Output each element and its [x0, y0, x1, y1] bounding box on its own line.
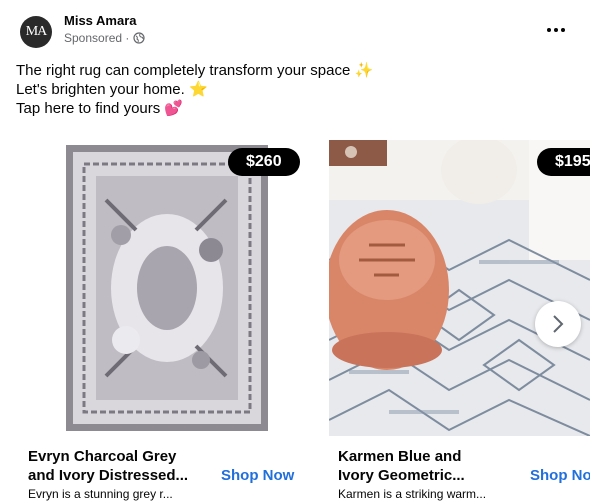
more-options-icon: [554, 28, 558, 32]
product-carousel: $260 Evryn Charcoal Grey and Ivory Distr…: [0, 140, 590, 502]
product-title[interactable]: Karmen Blue and Ivory Geometric...: [338, 447, 488, 485]
product-title-line: Ivory Geometric...: [338, 467, 465, 484]
chevron-right-icon: [551, 314, 565, 334]
caption-line: The right rug can completely transform y…: [16, 62, 374, 79]
post-header: MA Miss Amara Sponsored ·: [0, 0, 590, 60]
product-image[interactable]: [16, 140, 312, 436]
globe-icon: [133, 32, 145, 44]
shop-now-button[interactable]: Shop Now: [221, 467, 294, 484]
price-badge: $260: [228, 148, 300, 176]
product-image[interactable]: [329, 140, 590, 436]
carousel-next-button[interactable]: [535, 301, 581, 347]
product-title[interactable]: Evryn Charcoal Grey and Ivory Distressed…: [28, 447, 204, 485]
product-title-line: Karmen Blue and: [338, 448, 462, 465]
product-card[interactable]: $260 Evryn Charcoal Grey and Ivory Distr…: [16, 140, 312, 502]
shop-now-button[interactable]: Shop Now: [530, 467, 590, 484]
more-options-icon: [547, 28, 551, 32]
sponsored-text: Sponsored ·: [64, 31, 130, 45]
caption-line: Let's brighten your home. ⭐: [16, 81, 208, 98]
more-options-icon: [561, 28, 565, 32]
price-badge: $195: [537, 148, 590, 176]
product-title-line: and Ivory Distressed...: [28, 467, 189, 484]
product-description: Karmen is a striking warm...: [338, 487, 487, 501]
sponsored-label: Sponsored ·: [64, 31, 145, 45]
post-caption: The right rug can completely transform y…: [16, 61, 373, 118]
page-name[interactable]: Miss Amara: [64, 13, 137, 28]
caption-cta[interactable]: Tap here to find yours 💕: [16, 99, 373, 118]
more-options-button[interactable]: [540, 20, 572, 40]
page-avatar[interactable]: MA: [20, 16, 52, 48]
product-description: Evryn is a stunning grey r...: [28, 487, 173, 501]
product-title-line: Evryn Charcoal Grey: [28, 448, 177, 465]
